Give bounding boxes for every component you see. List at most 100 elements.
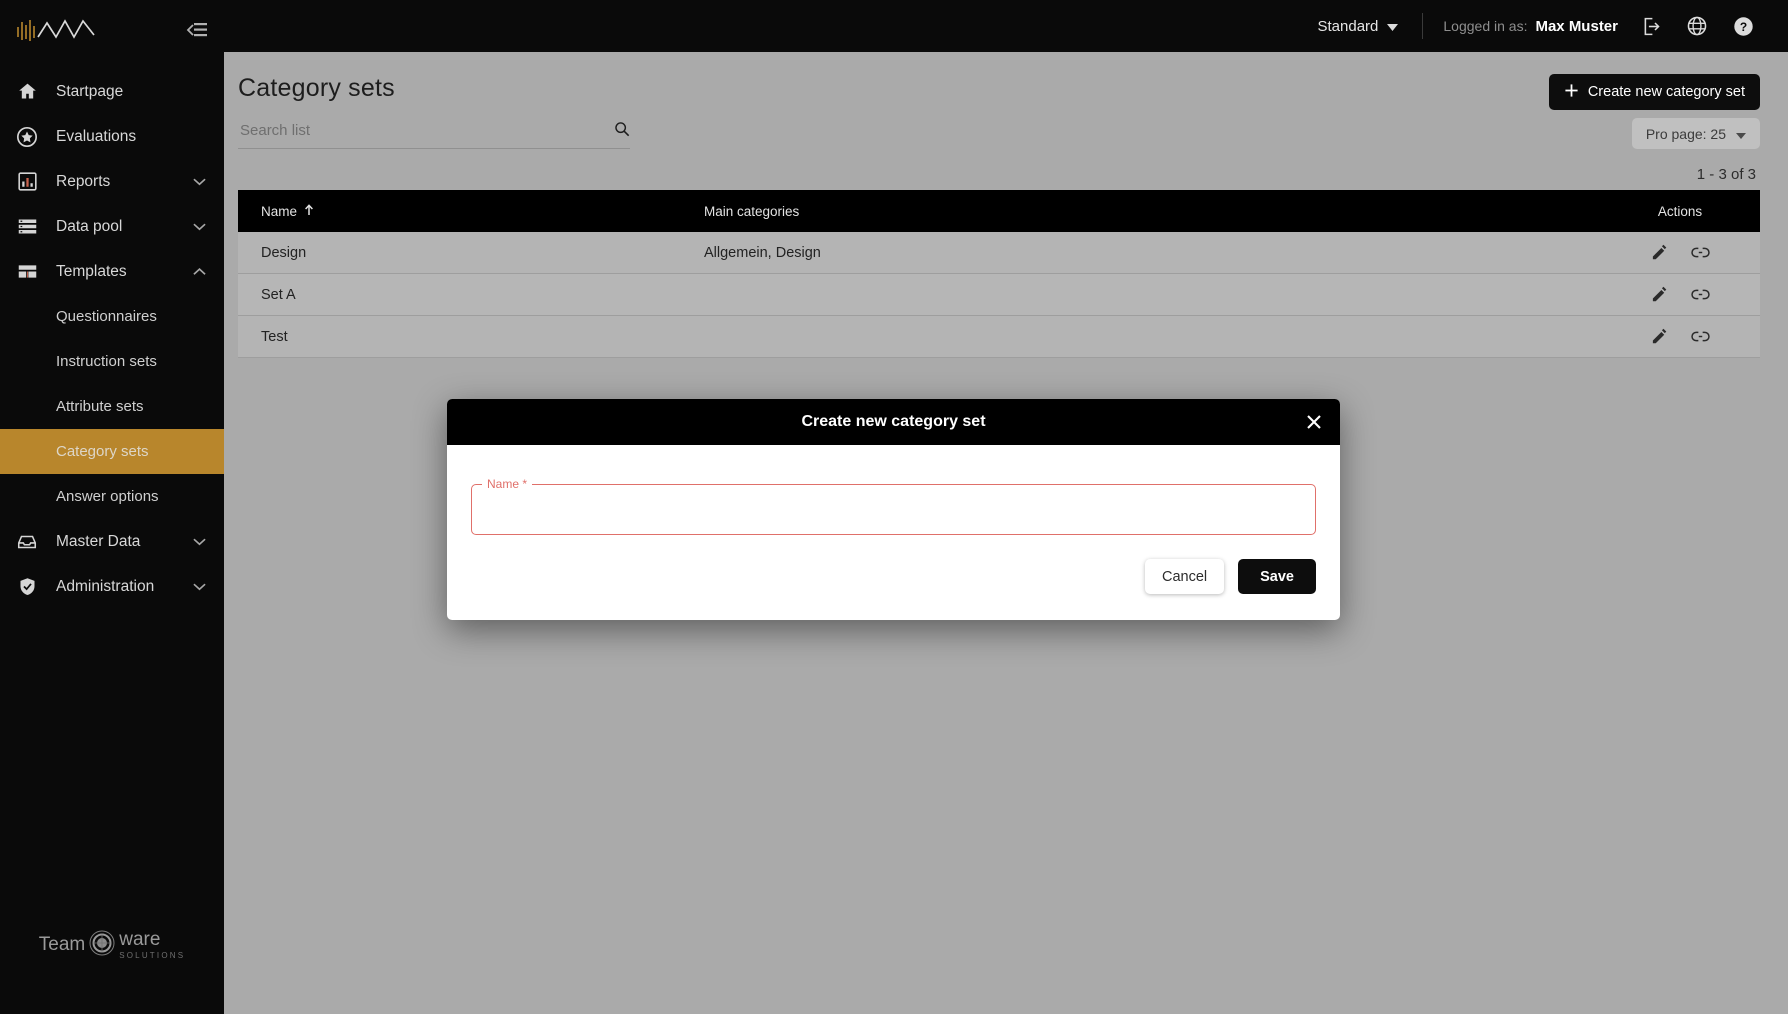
sidebar-header [0, 0, 224, 59]
globe-icon[interactable] [1674, 3, 1720, 49]
collapse-menu-icon[interactable] [186, 21, 208, 39]
sidebar-item-questionnaires[interactable]: Questionnaires [0, 294, 224, 339]
result-count: 1 - 3 of 3 [1696, 166, 1756, 183]
sidebar-item-templates[interactable]: Templates [0, 249, 224, 294]
name-input[interactable] [472, 491, 1315, 533]
cell-name: Set A [261, 286, 296, 303]
search-icon[interactable] [614, 121, 630, 142]
sidebar-item-master-data[interactable]: Master Data [0, 519, 224, 564]
search-list-field[interactable] [238, 118, 630, 149]
chevron-down-icon [1387, 18, 1399, 35]
sidebar-item-label: Templates [56, 262, 127, 280]
chevron-down-icon [1736, 126, 1746, 142]
logged-in-user: Logged in as: Max Muster [1433, 18, 1628, 35]
sidebar-item-instruction-sets[interactable]: Instruction sets [0, 339, 224, 384]
dialog-title: Create new category set [801, 413, 986, 430]
footer-logo-subtitle: SOLUTIONS [119, 951, 186, 960]
link-icon[interactable] [1690, 330, 1710, 343]
dialog-footer: Cancel Save [447, 535, 1340, 620]
bar-chart-icon [14, 169, 40, 195]
sidebar-subitem-label: Instruction sets [56, 353, 157, 370]
chevron-down-icon [192, 175, 206, 189]
sidebar-item-evaluations[interactable]: Evaluations [0, 114, 224, 159]
cell-name: Test [261, 328, 288, 345]
mode-selector[interactable]: Standard [1304, 18, 1413, 35]
chevron-down-icon [192, 220, 206, 234]
brand-logo-icon[interactable] [14, 15, 110, 45]
cell-actions [1600, 244, 1760, 261]
svg-text:?: ? [1739, 19, 1746, 33]
toolbar-row: Pro page: 25 [238, 118, 1760, 149]
sidebar-item-data-pool[interactable]: Data pool [0, 204, 224, 249]
sidebar-item-label: Startpage [56, 82, 124, 100]
footer-logo-text-right: ware [119, 929, 161, 950]
table-header-row: Name Main categories Actions [238, 190, 1760, 232]
per-page-label: Pro page: 25 [1645, 125, 1726, 142]
sidebar-item-administration[interactable]: Administration [0, 564, 224, 609]
table-row[interactable]: Design Allgemein, Design [238, 232, 1760, 274]
chevron-down-icon [192, 580, 206, 594]
link-icon[interactable] [1690, 246, 1710, 259]
table-row[interactable]: Set A [238, 274, 1760, 316]
dialog-header: Create new category set [447, 399, 1340, 445]
cell-name: Design [261, 244, 307, 261]
search-input[interactable] [238, 118, 630, 143]
sidebar-item-startpage[interactable]: Startpage [0, 69, 224, 114]
table-header-actions-label: Actions [1657, 203, 1703, 219]
logout-icon[interactable] [1628, 3, 1674, 49]
layout-icon [14, 259, 40, 285]
sidebar-item-attribute-sets[interactable]: Attribute sets [0, 384, 224, 429]
chevron-up-icon [192, 265, 206, 279]
sidebar-nav: Startpage Evaluations Reports Data pool … [0, 69, 224, 904]
per-page-selector[interactable]: Pro page: 25 [1631, 118, 1760, 149]
dialog-body: Name * [447, 445, 1340, 535]
sidebar-subitem-label: Category sets [56, 443, 149, 460]
save-button[interactable]: Save [1238, 559, 1316, 594]
category-sets-table: Name Main categories Actions Design Allg… [238, 190, 1760, 358]
chevron-down-icon [192, 535, 206, 549]
cell-actions [1600, 286, 1760, 303]
edit-icon[interactable] [1651, 286, 1668, 303]
create-button-label: Create new category set [1587, 84, 1745, 100]
shield-check-icon [14, 574, 40, 600]
sidebar-item-reports[interactable]: Reports [0, 159, 224, 204]
sidebar-item-label: Evaluations [56, 127, 137, 145]
name-field-wrapper[interactable]: Name * [471, 477, 1316, 535]
edit-icon[interactable] [1651, 328, 1668, 345]
create-category-set-dialog: Create new category set Name * Cancel Sa… [447, 399, 1340, 620]
sidebar-subitem-label: Questionnaires [56, 308, 157, 325]
inbox-tray-icon [14, 529, 40, 555]
footer-logo-globe-icon [88, 929, 116, 962]
table-header-name-label: Name [261, 203, 298, 219]
sidebar-item-category-sets[interactable]: Category sets [0, 429, 224, 474]
sidebar-item-label: Reports [56, 172, 111, 190]
cell-actions [1600, 328, 1760, 345]
plus-icon [1564, 83, 1579, 102]
table-header-actions: Actions [1600, 204, 1760, 219]
sidebar: Startpage Evaluations Reports Data pool … [0, 0, 224, 1014]
sidebar-subitem-label: Attribute sets [56, 398, 144, 415]
table-header-name[interactable]: Name [238, 204, 694, 219]
cancel-button[interactable]: Cancel [1144, 559, 1225, 594]
cell-main-categories: Allgemein, Design [704, 244, 821, 261]
arrow-up-icon [304, 203, 314, 219]
edit-icon[interactable] [1651, 244, 1668, 261]
sidebar-item-answer-options[interactable]: Answer options [0, 474, 224, 519]
sidebar-subitem-label: Answer options [56, 488, 159, 505]
sidebar-footer-logo: Team ware SOLUTIONS [0, 904, 224, 1014]
list-rows-icon [14, 214, 40, 240]
footer-logo-text-left: Team [38, 934, 86, 955]
page-header: Category sets Create new category set [238, 52, 1760, 110]
sidebar-item-label: Data pool [56, 217, 123, 235]
user-name: Max Muster [1535, 17, 1618, 35]
topbar-divider [1422, 13, 1424, 39]
create-new-category-set-button[interactable]: Create new category set [1548, 74, 1760, 110]
table-header-main-categories-label: Main categories [704, 203, 800, 219]
close-icon[interactable] [1304, 412, 1324, 432]
home-icon [14, 79, 40, 105]
help-icon[interactable]: ? [1720, 3, 1766, 49]
mode-selector-label: Standard [1317, 17, 1379, 35]
table-row[interactable]: Test [238, 316, 1760, 358]
table-header-main-categories[interactable]: Main categories [694, 204, 1600, 219]
link-icon[interactable] [1690, 288, 1710, 301]
